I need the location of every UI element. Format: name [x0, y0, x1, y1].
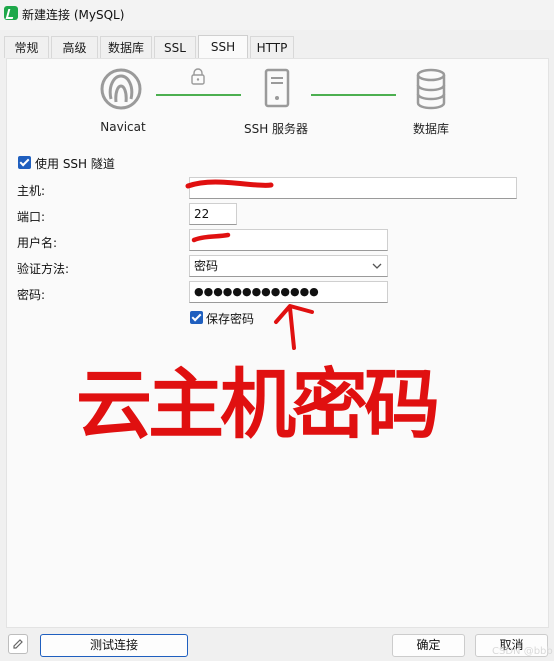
watermark: CSDN @bbb: [492, 646, 553, 657]
window-title: 新建连接 (MySQL): [22, 8, 125, 22]
test-connection-button[interactable]: 测试连接: [40, 634, 188, 657]
host-label: 主机:: [17, 184, 46, 198]
save-password-checkbox[interactable]: [190, 311, 203, 324]
tab-ssh[interactable]: SSH: [198, 35, 248, 59]
save-password-label: 保存密码: [206, 312, 255, 326]
tab-general[interactable]: 常规: [4, 36, 49, 58]
ssh-server-icon: [264, 68, 290, 108]
redaction-scribble: [191, 232, 231, 243]
database-icon: [416, 68, 446, 110]
use-ssh-tunnel-label: 使用 SSH 隧道: [35, 157, 115, 171]
title-bar: 新建连接 (MySQL): [0, 0, 554, 30]
edit-icon[interactable]: [8, 634, 28, 654]
password-label: 密码:: [17, 288, 46, 302]
diagram-label-navicat: Navicat: [100, 120, 146, 134]
link-ssh-database: [311, 94, 396, 96]
redaction-scribble: [185, 179, 274, 189]
tab-advanced[interactable]: 高级: [51, 36, 98, 58]
navicat-logo-icon: [100, 68, 142, 110]
port-label: 端口:: [17, 210, 46, 224]
ok-button[interactable]: 确定: [392, 634, 465, 657]
navicat-app-icon: [4, 6, 18, 20]
annotation-arrow: [274, 304, 314, 350]
tab-databases[interactable]: 数据库: [100, 36, 152, 58]
port-input[interactable]: 22: [189, 203, 237, 225]
diagram-label-ssh-server: SSH 服务器: [243, 122, 309, 136]
use-ssh-tunnel-checkbox[interactable]: [18, 156, 31, 169]
chevron-down-icon: [372, 263, 382, 269]
tab-ssl[interactable]: SSL: [154, 36, 196, 58]
username-label: 用户名:: [17, 236, 58, 250]
auth-method-value: 密码: [194, 259, 219, 273]
tab-http[interactable]: HTTP: [250, 36, 294, 58]
auth-method-label: 验证方法:: [17, 262, 70, 276]
lock-icon: [191, 68, 205, 85]
annotation-text: 云主机密码: [76, 360, 440, 449]
link-navicat-ssh: [156, 94, 241, 96]
diagram-label-database: 数据库: [412, 122, 449, 136]
auth-method-select[interactable]: 密码: [189, 255, 388, 277]
